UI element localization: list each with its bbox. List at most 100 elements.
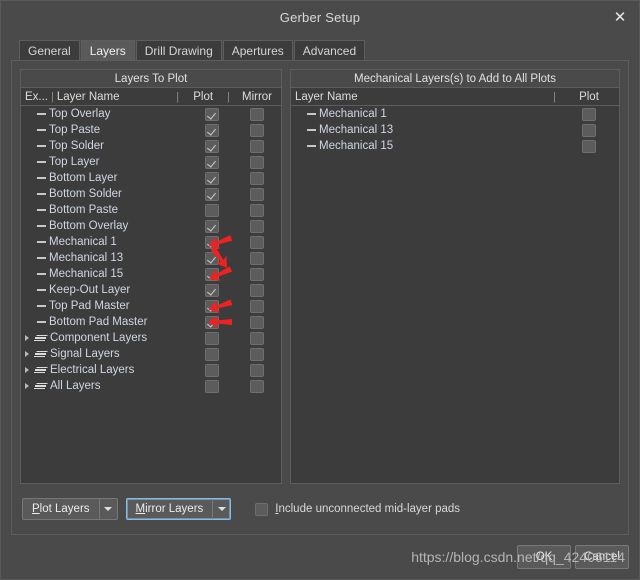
plot-checkbox-cell[interactable] (191, 267, 233, 281)
plot-checkbox-cell[interactable] (191, 187, 233, 201)
table-row[interactable]: Bottom Solder (21, 186, 281, 202)
tab-advanced[interactable]: Advanced (293, 40, 366, 60)
table-row[interactable]: Keep-Out Layer (21, 282, 281, 298)
include-unconnected-mid-layer-pads-checkbox[interactable]: Include unconnected mid-layer pads (255, 502, 460, 516)
plot-checkbox[interactable] (582, 139, 596, 153)
mirror-checkbox[interactable] (250, 331, 264, 345)
table-row[interactable]: Component Layers (21, 330, 281, 346)
cancel-button[interactable]: Cancel (575, 545, 629, 569)
table-row[interactable]: Bottom Overlay (21, 218, 281, 234)
plot-checkbox[interactable] (205, 107, 219, 121)
plot-checkbox[interactable] (205, 123, 219, 137)
table-row[interactable]: Top Overlay (21, 106, 281, 122)
table-row[interactable]: Mechanical 1 (291, 106, 619, 122)
table-row[interactable]: Bottom Paste (21, 202, 281, 218)
mirror-checkbox-cell[interactable] (233, 155, 281, 169)
chevron-right-icon[interactable] (21, 367, 33, 373)
plot-checkbox-cell[interactable] (191, 171, 233, 185)
plot-checkbox-cell[interactable] (191, 107, 233, 121)
plot-checkbox[interactable] (205, 299, 219, 313)
plot-checkbox[interactable] (205, 283, 219, 297)
plot-checkbox[interactable] (205, 267, 219, 281)
mirror-checkbox-cell[interactable] (233, 331, 281, 345)
chevron-right-icon[interactable] (21, 335, 33, 341)
mirror-checkbox[interactable] (250, 315, 264, 329)
layers-to-plot-list[interactable]: Top Overlay Top Paste Top Solder Top Layer B… (21, 106, 281, 483)
tab-apertures[interactable]: Apertures (222, 40, 293, 60)
plot-checkbox[interactable] (205, 187, 219, 201)
mirror-checkbox[interactable] (250, 267, 264, 281)
mirror-checkbox[interactable] (250, 219, 264, 233)
tab-layers[interactable]: Layers (80, 40, 135, 60)
mirror-checkbox-cell[interactable] (233, 363, 281, 377)
mirror-checkbox[interactable] (250, 299, 264, 313)
table-row[interactable]: Mechanical 1 (21, 234, 281, 250)
mirror-checkbox[interactable] (250, 235, 264, 249)
plot-checkbox-cell[interactable] (191, 315, 233, 329)
table-row[interactable]: Top Paste (21, 122, 281, 138)
plot-checkbox-cell[interactable] (191, 139, 233, 153)
mirror-checkbox-cell[interactable] (233, 203, 281, 217)
mirror-checkbox-cell[interactable] (233, 299, 281, 313)
plot-checkbox[interactable] (205, 171, 219, 185)
plot-checkbox-cell[interactable] (191, 379, 233, 393)
mirror-checkbox-cell[interactable] (233, 171, 281, 185)
plot-checkbox[interactable] (205, 331, 219, 345)
table-row[interactable]: Bottom Pad Master (21, 314, 281, 330)
mirror-checkbox-cell[interactable] (233, 139, 281, 153)
mirror-layers-button[interactable]: Mirror Layers (125, 498, 232, 520)
table-row[interactable]: Top Solder (21, 138, 281, 154)
plot-checkbox[interactable] (205, 363, 219, 377)
chevron-down-icon[interactable] (98, 499, 117, 519)
plot-checkbox[interactable] (582, 123, 596, 137)
plot-checkbox-cell[interactable] (191, 331, 233, 345)
mirror-checkbox[interactable] (250, 171, 264, 185)
plot-checkbox-cell[interactable] (191, 251, 233, 265)
mirror-checkbox[interactable] (250, 379, 264, 393)
close-icon[interactable]: ✕ (607, 5, 633, 29)
plot-checkbox-cell[interactable] (191, 155, 233, 169)
table-row[interactable]: Mechanical 15 (291, 138, 619, 154)
table-row[interactable]: Mechanical 15 (21, 266, 281, 282)
mirror-checkbox[interactable] (250, 187, 264, 201)
mirror-checkbox-cell[interactable] (233, 251, 281, 265)
table-row[interactable]: Signal Layers (21, 346, 281, 362)
mirror-checkbox-cell[interactable] (233, 347, 281, 361)
plot-checkbox[interactable] (205, 251, 219, 265)
mechanical-layers-list[interactable]: Mechanical 1 Mechanical 13 Mechanical 15 (291, 106, 619, 483)
plot-checkbox-cell[interactable] (191, 123, 233, 137)
plot-checkbox[interactable] (205, 379, 219, 393)
plot-checkbox[interactable] (205, 139, 219, 153)
chevron-right-icon[interactable] (21, 351, 33, 357)
mirror-checkbox-cell[interactable] (233, 219, 281, 233)
mirror-checkbox[interactable] (250, 107, 264, 121)
plot-checkbox-cell[interactable] (191, 299, 233, 313)
plot-checkbox-cell[interactable] (191, 363, 233, 377)
chevron-right-icon[interactable] (21, 383, 33, 389)
chevron-down-icon[interactable] (212, 499, 230, 519)
plot-checkbox-cell[interactable] (191, 347, 233, 361)
checkbox-box[interactable] (255, 502, 269, 516)
plot-checkbox[interactable] (205, 203, 219, 217)
mirror-checkbox-cell[interactable] (233, 379, 281, 393)
tab-drill-drawing[interactable]: Drill Drawing (135, 40, 222, 60)
mirror-checkbox[interactable] (250, 363, 264, 377)
plot-checkbox-cell[interactable] (191, 219, 233, 233)
mirror-checkbox[interactable] (250, 123, 264, 137)
plot-checkbox[interactable] (205, 155, 219, 169)
mirror-checkbox[interactable] (250, 203, 264, 217)
tab-general[interactable]: General (19, 40, 80, 60)
ok-button[interactable]: OK (517, 545, 571, 569)
table-row[interactable]: Mechanical 13 (291, 122, 619, 138)
plot-checkbox[interactable] (582, 107, 596, 121)
table-row[interactable]: Top Layer (21, 154, 281, 170)
table-row[interactable]: All Layers (21, 378, 281, 394)
plot-checkbox-cell[interactable] (191, 203, 233, 217)
plot-checkbox[interactable] (205, 219, 219, 233)
plot-checkbox-cell[interactable] (559, 123, 619, 137)
mirror-checkbox-cell[interactable] (233, 123, 281, 137)
mirror-checkbox-cell[interactable] (233, 107, 281, 121)
mirror-checkbox-cell[interactable] (233, 283, 281, 297)
plot-checkbox[interactable] (205, 315, 219, 329)
mirror-checkbox[interactable] (250, 251, 264, 265)
